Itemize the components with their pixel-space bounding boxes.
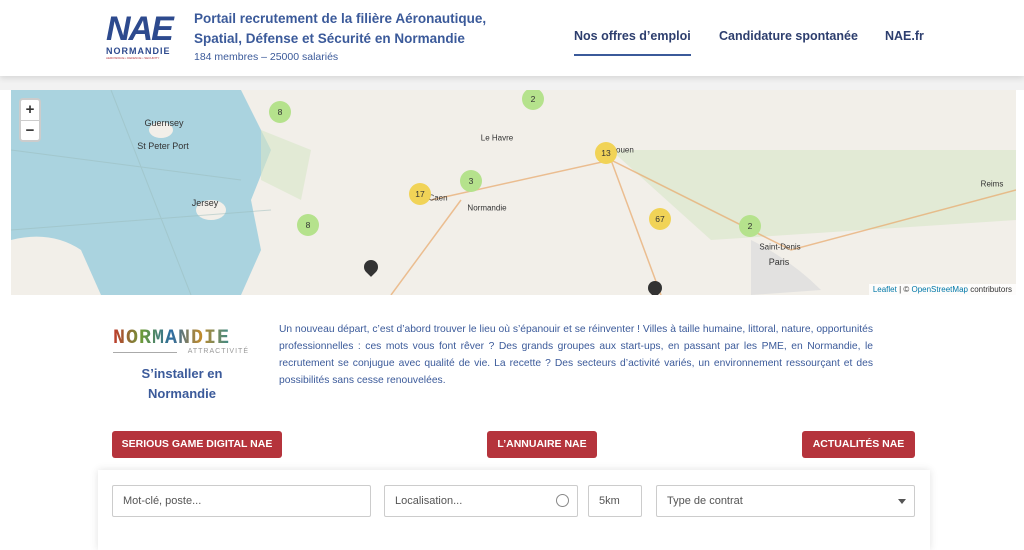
job-map[interactable]: + − Guernsey St Peter Port Jersey Le Hav… <box>11 90 1016 295</box>
job-cluster[interactable]: 8 <box>297 214 319 236</box>
crosshair-icon[interactable] <box>556 494 569 507</box>
zoom-out-button[interactable]: − <box>21 120 39 140</box>
actualites-button[interactable]: ACTUALITÉS NAE <box>802 431 915 458</box>
leaflet-link[interactable]: Leaflet <box>873 285 897 294</box>
logo-text: NAE <box>106 12 172 46</box>
radius-select[interactable]: 5km <box>588 485 642 517</box>
map-attribution: Leaflet | © OpenStreetMap contributors <box>869 284 1016 295</box>
place-label: Normandie <box>467 204 506 213</box>
portal-subtitle: 184 membres – 25000 salariés <box>194 51 338 63</box>
place-label: Jersey <box>192 198 219 208</box>
job-cluster[interactable]: 8 <box>269 101 291 123</box>
nae-logo[interactable]: NAE NORMANDIE AEROSPACE • DEFENCE • SECU… <box>106 12 172 62</box>
place-label: Le Havre <box>481 134 513 143</box>
intro-text: Un nouveau départ, c’est d’abord trouver… <box>279 321 873 389</box>
job-cluster[interactable]: 67 <box>649 208 671 230</box>
annuaire-button[interactable]: L’ANNUAIRE NAE <box>487 431 597 458</box>
separator <box>0 76 1024 90</box>
logo-subtitle: ATTRACTIVITÉ <box>113 348 249 355</box>
keyword-input[interactable]: Mot-clé, poste... <box>112 485 371 517</box>
nav-spontaneous-application[interactable]: Candidature spontanée <box>719 29 858 43</box>
serious-game-button[interactable]: SERIOUS GAME DIGITAL NAE <box>112 431 282 458</box>
site-header: NAE NORMANDIE AEROSPACE • DEFENCE • SECU… <box>0 0 1024 76</box>
zoom-control: + − <box>19 98 41 142</box>
job-cluster[interactable]: 13 <box>595 142 617 164</box>
place-label: Paris <box>769 257 790 267</box>
logo-sub: NORMANDIE <box>106 46 172 56</box>
zoom-in-button[interactable]: + <box>21 100 39 120</box>
job-cluster[interactable]: 17 <box>409 183 431 205</box>
chevron-down-icon <box>898 499 906 508</box>
nav-nae-fr[interactable]: NAE.fr <box>885 29 924 43</box>
contract-type-select[interactable]: Type de contrat <box>656 485 915 517</box>
place-label: Guernsey <box>144 118 183 128</box>
place-label: Caen <box>428 194 447 203</box>
location-input[interactable]: Localisation... <box>384 485 578 517</box>
job-cluster[interactable]: 3 <box>460 170 482 192</box>
place-label: Saint-Denis <box>759 243 800 252</box>
normandie-attractivite-logo: NORMANDIE <box>113 327 230 350</box>
install-heading[interactable]: S’installer en Normandie <box>120 364 244 404</box>
portal-title: Portail recrutement de la filière Aérona… <box>194 9 486 49</box>
job-cluster[interactable]: 2 <box>739 215 761 237</box>
osm-link[interactable]: OpenStreetMap <box>911 285 967 294</box>
place-label: Reims <box>981 180 1004 189</box>
place-label: St Peter Port <box>137 141 189 151</box>
nav-job-offers[interactable]: Nos offres d’emploi <box>574 29 691 56</box>
logo-tagline: AEROSPACE • DEFENCE • SECURITY <box>106 56 172 60</box>
